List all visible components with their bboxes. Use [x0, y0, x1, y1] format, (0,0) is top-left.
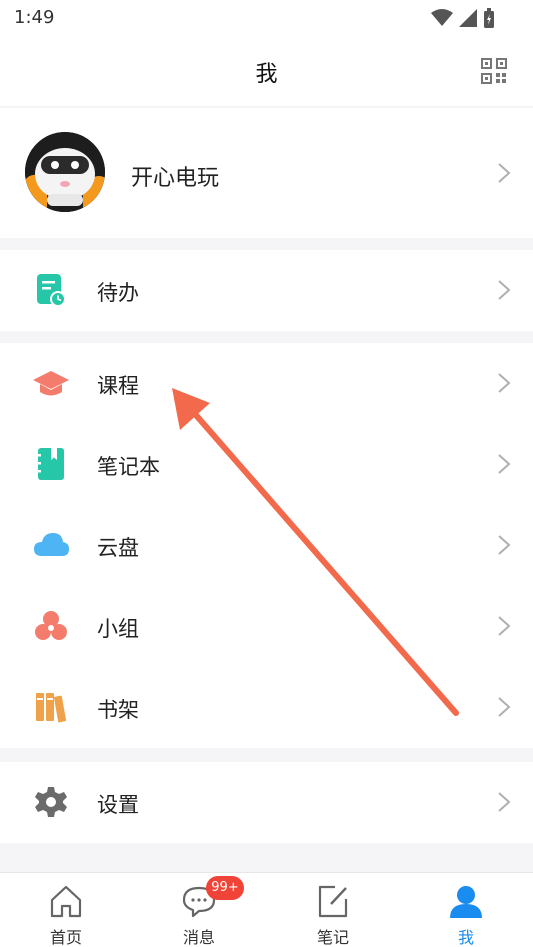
chevron-right-icon: [498, 373, 511, 393]
status-time: 1:49: [14, 7, 55, 28]
menu-label-settings: 设置: [97, 793, 139, 817]
tab-label-notes: 笔记: [316, 928, 349, 947]
user-icon: [450, 886, 482, 918]
chevron-right-icon: [498, 616, 511, 636]
battery-icon: [484, 8, 494, 28]
feature-group: 课程 笔记本 云盘 小组 书架: [0, 343, 533, 748]
menu-item-courses[interactable]: 课程: [0, 343, 533, 424]
status-bar: 1:49: [0, 0, 533, 36]
cloud-icon: [34, 533, 69, 556]
qr-code-icon[interactable]: [481, 58, 507, 84]
signal-icon: [459, 9, 477, 27]
menu-item-bookshelf[interactable]: 书架: [0, 667, 533, 748]
menu-item-group[interactable]: 小组: [0, 586, 533, 667]
status-icons: [431, 8, 495, 28]
tab-home[interactable]: 首页: [16, 873, 116, 947]
menu-item-notebook[interactable]: 笔记本: [0, 424, 533, 505]
menu-label-cloud: 云盘: [97, 536, 139, 560]
tab-label-me: 我: [457, 928, 474, 947]
tab-notes[interactable]: 笔记: [283, 873, 383, 947]
page-header: 我: [0, 36, 533, 106]
settings-group: 设置: [0, 762, 533, 843]
chevron-right-icon: [498, 280, 511, 300]
menu-item-cloud[interactable]: 云盘: [0, 505, 533, 586]
notebook-icon: [36, 448, 64, 480]
chevron-right-icon: [498, 163, 511, 183]
menu-label-todo: 待办: [97, 281, 139, 305]
page-title: 我: [255, 62, 278, 87]
profile-row[interactable]: 开心电玩: [0, 108, 533, 238]
chevron-right-icon: [498, 792, 511, 812]
tab-label-messages: 消息: [182, 928, 215, 947]
home-icon: [50, 885, 82, 918]
profile-name: 开心电玩: [131, 166, 220, 191]
chevron-right-icon: [498, 535, 511, 555]
menu-item-todo[interactable]: 待办: [0, 250, 533, 331]
chevron-right-icon: [498, 454, 511, 474]
edit-note-icon: [318, 885, 348, 918]
menu-label-courses: 课程: [97, 374, 139, 398]
wifi-icon: [431, 9, 453, 26]
menu-label-bookshelf: 书架: [97, 698, 139, 722]
tab-label-home: 首页: [49, 928, 82, 947]
bottom-tab-bar: 首页 消息 笔记 我: [0, 872, 533, 947]
todo-group: 待办: [0, 250, 533, 331]
menu-label-group: 小组: [97, 617, 139, 641]
todo-icon: [37, 274, 66, 307]
avatar: [25, 132, 105, 212]
robot-avatar-icon: [25, 132, 105, 212]
chevron-right-icon: [498, 697, 511, 717]
menu-item-settings[interactable]: 设置: [0, 762, 533, 843]
graduation-cap-icon: [33, 371, 69, 396]
gear-icon: [35, 787, 67, 817]
books-icon: [36, 693, 67, 723]
menu-label-notebook: 笔记本: [97, 455, 160, 479]
tab-me[interactable]: 我: [416, 873, 516, 947]
group-icon: [35, 611, 67, 640]
unread-badge: 99+: [206, 876, 244, 900]
